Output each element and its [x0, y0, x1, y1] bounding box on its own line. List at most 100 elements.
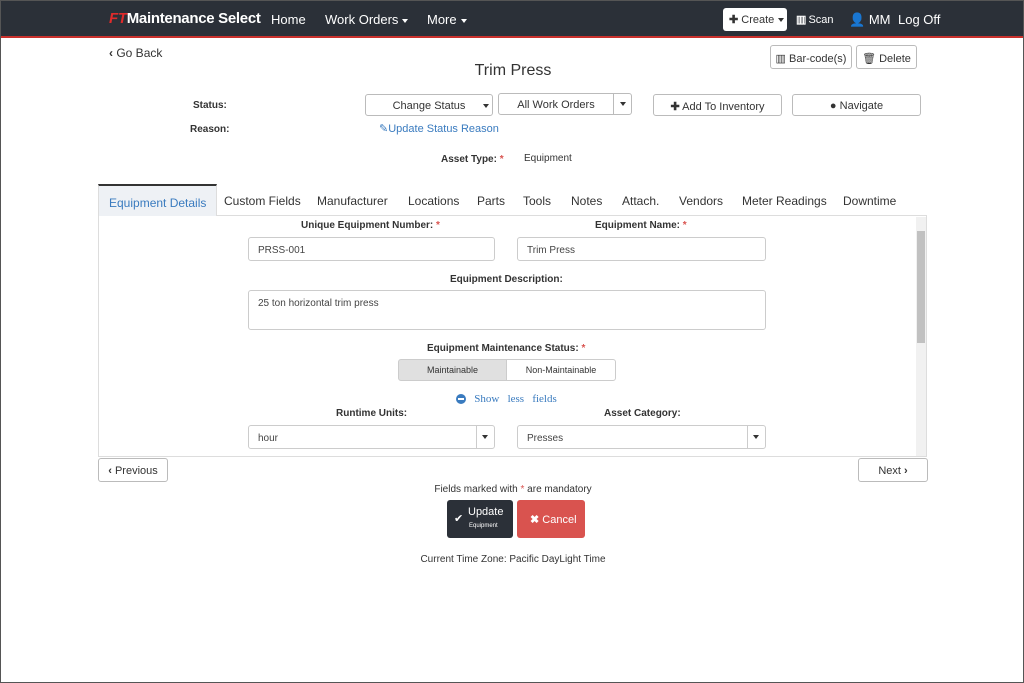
tab-attach[interactable]: Attach. — [622, 194, 659, 208]
runtime-units-label: Runtime Units: — [336, 408, 408, 419]
unique-number-label-text: Unique Equipment Number: — [301, 220, 434, 231]
user-icon: 👤 — [849, 12, 866, 27]
scan-link[interactable]: ▥ Scan — [796, 13, 834, 26]
delete-label: Delete — [879, 53, 911, 65]
equipment-name-input[interactable]: Trim Press — [517, 237, 766, 261]
chevron-left-icon: ‹ — [109, 46, 113, 60]
scan-label: Scan — [808, 14, 834, 26]
nav-work-orders-label: Work Orders — [325, 12, 399, 27]
nav-home-label: Home — [271, 12, 306, 27]
tab-equipment-details[interactable]: Equipment Details — [98, 184, 218, 216]
timezone-text: Current Time Zone: Pacific DayLight Time — [420, 554, 606, 565]
description-textarea[interactable]: 25 ton horizontal trim press — [248, 290, 766, 330]
plus-icon: ✚ — [729, 14, 739, 26]
chevron-down-icon — [402, 18, 409, 23]
brand-logo[interactable]: FTMaintenance Select — [109, 10, 261, 27]
required-marker: * — [436, 220, 440, 231]
logoff-link[interactable]: Log Off — [898, 12, 940, 27]
create-button[interactable]: ✚ Create — [723, 8, 787, 31]
equipment-name-label-text: Equipment Name: — [595, 220, 681, 231]
barcode-icon: ▥ — [796, 14, 806, 26]
runtime-units-value: hour — [258, 433, 279, 444]
nav-work-orders[interactable]: Work Orders — [325, 12, 409, 27]
asset-category-value: Presses — [527, 433, 564, 444]
trash-icon: 🗑 — [862, 53, 877, 65]
mandatory-note: Fields marked with * are mandatory — [1, 484, 1024, 495]
nav-home[interactable]: Home — [271, 12, 306, 27]
tab-meter-readings[interactable]: Meter Readings — [742, 194, 827, 208]
mandatory-post: are mandatory — [527, 484, 592, 495]
cancel-label: Cancel — [542, 514, 577, 526]
required-marker: * — [499, 154, 504, 165]
update-status-reason-link[interactable]: ✎Update Status Reason — [379, 122, 499, 135]
unique-number-input[interactable]: PRSS-001 — [248, 237, 495, 261]
description-label: Equipment Description: — [450, 274, 563, 285]
runtime-units-select[interactable]: hour — [248, 425, 495, 449]
change-status-label: Change Status — [392, 100, 466, 112]
go-back-label: Go Back — [116, 46, 163, 60]
maint-status-label: Equipment Maintenance Status: * — [427, 343, 585, 354]
maintainable-toggle[interactable]: Maintainable — [398, 359, 507, 381]
panel-scrollbar[interactable] — [916, 217, 926, 456]
chevron-down-icon — [476, 426, 494, 448]
barcode-icon: ▥ — [775, 53, 786, 65]
reason-label: Reason: — [190, 124, 230, 135]
update-equipment-button[interactable]: ✔ Update Equipment — [447, 500, 513, 538]
show-text: Show — [474, 393, 500, 405]
brand-name: Maintenance Select — [126, 10, 261, 27]
equipment-name-label: Equipment Name: * — [595, 220, 687, 231]
all-work-orders-button[interactable]: All Work Orders — [498, 93, 614, 115]
asset-type-value: Equipment — [524, 153, 572, 164]
tab-locations[interactable]: Locations — [408, 194, 459, 208]
tab-downtime[interactable]: Downtime — [843, 194, 896, 208]
non-maintainable-toggle[interactable]: Non-Maintainable — [506, 359, 616, 381]
work-orders-dropdown-toggle[interactable] — [613, 93, 632, 115]
tab-parts[interactable]: Parts — [477, 194, 505, 208]
create-label: Create — [741, 14, 775, 26]
required-marker: * — [682, 220, 687, 231]
all-work-orders-label: All Work Orders — [517, 99, 595, 111]
update-sub-label: Equipment — [469, 523, 498, 529]
chevron-right-icon: › — [904, 465, 908, 477]
change-status-dropdown[interactable]: Change Status — [365, 94, 493, 116]
next-label: Next — [878, 465, 901, 477]
map-marker-icon: ● — [829, 100, 837, 112]
chevron-left-icon: ‹ — [108, 465, 112, 477]
top-navbar: FTMaintenance Select Home Work Orders Mo… — [1, 1, 1023, 38]
tab-tools[interactable]: Tools — [523, 194, 551, 208]
tab-notes[interactable]: Notes — [571, 194, 602, 208]
check-icon: ✔ — [454, 513, 464, 525]
tab-custom-fields[interactable]: Custom Fields — [224, 194, 301, 208]
barcodes-label: Bar-code(s) — [789, 53, 847, 65]
nav-more-label: More — [427, 12, 457, 27]
required-marker: * — [581, 343, 586, 354]
plus-icon: ✚ — [670, 101, 680, 113]
asset-type-label-text: Asset Type: — [441, 154, 497, 165]
asset-category-select[interactable]: Presses — [517, 425, 766, 449]
chevron-down-icon — [747, 426, 765, 448]
tab-vendors[interactable]: Vendors — [679, 194, 723, 208]
navigate-label: Navigate — [839, 100, 884, 112]
tab-manufacturer[interactable]: Manufacturer — [317, 194, 388, 208]
mandatory-star: * — [520, 484, 525, 495]
barcodes-button[interactable]: ▥ Bar-code(s) — [770, 45, 852, 69]
user-initials: MM — [868, 12, 891, 27]
navigate-button[interactable]: ● Navigate — [792, 94, 921, 116]
mandatory-pre: Fields marked with — [434, 484, 518, 495]
nav-more[interactable]: More — [427, 12, 467, 27]
delete-button[interactable]: 🗑 Delete — [856, 45, 917, 69]
previous-button[interactable]: ‹ Previous — [98, 458, 168, 482]
show-less-fields-link[interactable]: Show less fields — [456, 393, 557, 405]
next-button[interactable]: Next › — [858, 458, 928, 482]
logoff-label: Log Off — [898, 12, 941, 27]
go-back-link[interactable]: ‹ Go Back — [109, 46, 162, 60]
tab-bar: Equipment Details Custom Fields Manufact… — [98, 184, 927, 216]
add-to-inventory-button[interactable]: ✚ Add To Inventory — [653, 94, 782, 116]
status-label: Status: — [193, 100, 227, 111]
user-menu[interactable]: 👤 MM — [849, 12, 890, 28]
scrollbar-thumb[interactable] — [917, 231, 925, 343]
brand-prefix: FT — [109, 10, 127, 27]
cancel-button[interactable]: ✖ Cancel — [517, 500, 585, 538]
close-icon: ✖ — [530, 514, 540, 526]
update-status-reason-label: Update Status Reason — [388, 123, 499, 135]
